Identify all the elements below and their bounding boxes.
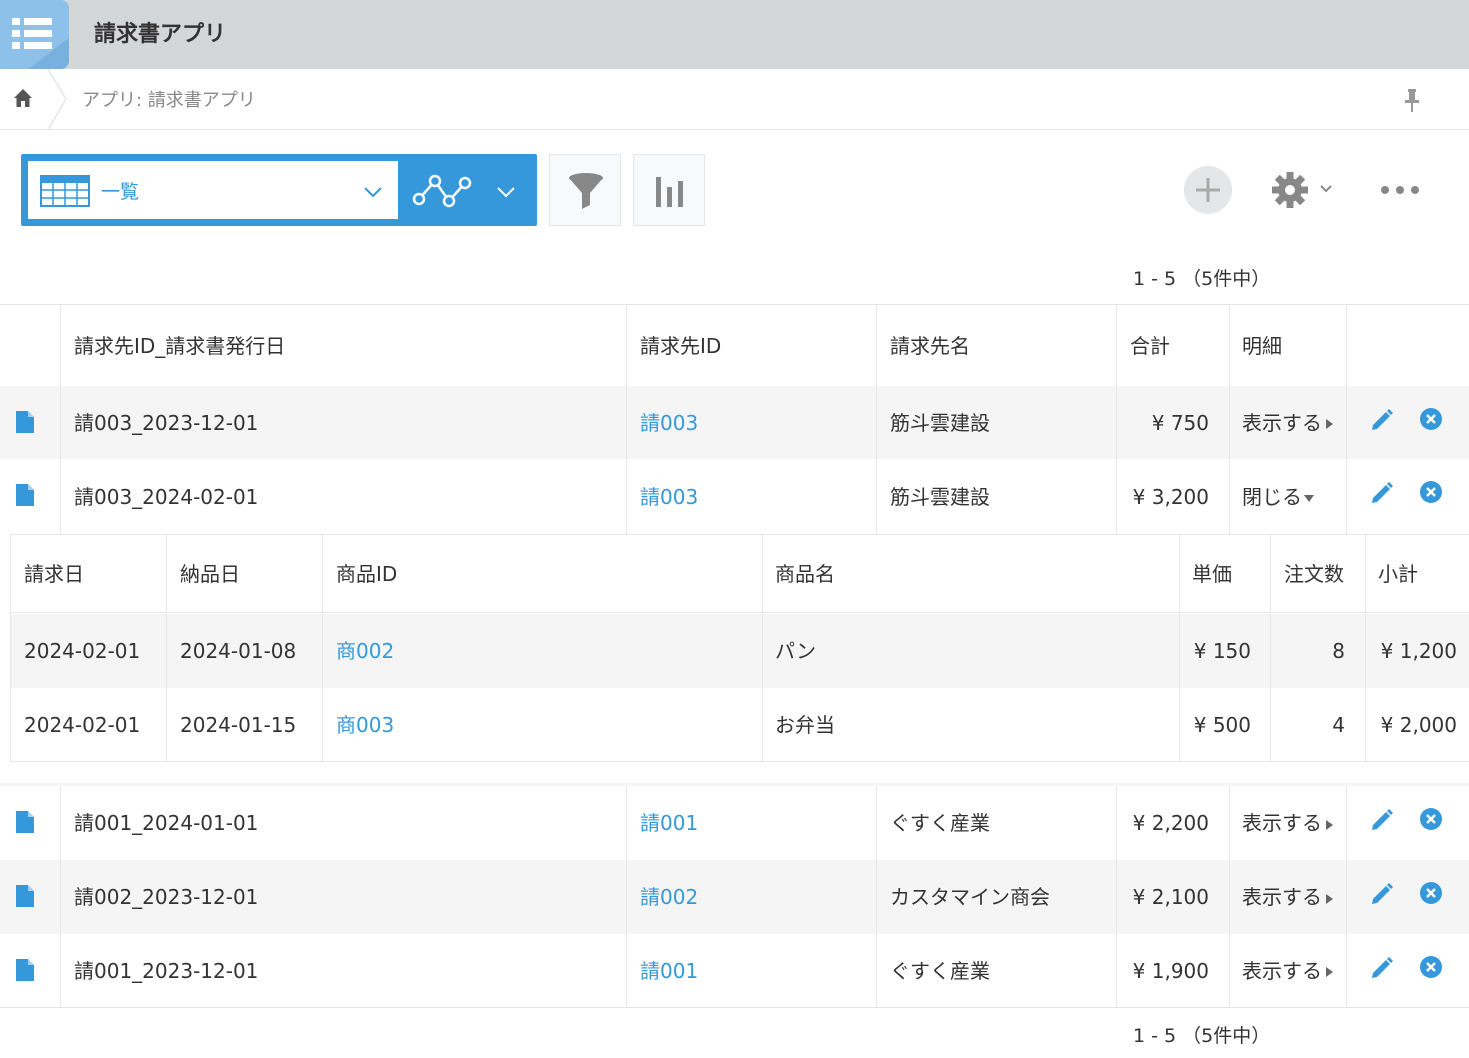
detail-row: 2024-02-01 2024-01-08 商002 パン ¥ 150 8 ¥ …: [11, 614, 1469, 688]
settings-button[interactable]: [1268, 168, 1338, 212]
table-row: 請003_2024-02-01 請003 筋斗雲建設 ¥ 3,200 閉じる: [0, 459, 1469, 534]
total-amount: ¥ 750: [1151, 410, 1209, 435]
chevron-down-icon: [497, 187, 515, 198]
table-row: 請003_2023-12-01 請003 筋斗雲建設 ¥ 750 表示する: [0, 386, 1469, 459]
subtotal: ¥ 2,000: [1380, 713, 1457, 737]
table-row: 請002_2023-12-01 請002 カスタマイン商会 ¥ 2,100 表示…: [0, 860, 1469, 934]
home-icon[interactable]: [12, 87, 34, 109]
detail-header: 請求日 納品日 商品ID 商品名 単価 注文数 小計: [11, 535, 1469, 613]
bar-chart-icon: [656, 177, 683, 207]
delete-icon[interactable]: [1419, 881, 1443, 905]
graph-icon: [412, 174, 472, 208]
graph-select-button[interactable]: [405, 161, 533, 219]
gear-icon: [1272, 172, 1332, 208]
view-name: 一覧: [101, 181, 140, 203]
pin-icon[interactable]: [1401, 87, 1423, 113]
triangle-right-icon: [1326, 967, 1333, 977]
table-row: 請001_2024-01-01 請001 ぐすく産業 ¥ 2,200 表示する: [0, 786, 1469, 860]
delete-icon[interactable]: [1419, 407, 1443, 431]
document-icon[interactable]: [16, 484, 34, 506]
pencil-icon[interactable]: [1370, 807, 1395, 832]
pencil-icon[interactable]: [1370, 881, 1395, 906]
filter-button[interactable]: [549, 154, 621, 226]
triangle-right-icon: [1326, 419, 1333, 429]
pagination-top: 1 - 5 （5件中）: [1133, 268, 1271, 290]
app-list-icon[interactable]: [0, 0, 69, 69]
pagination-bottom: 1 - 5 （5件中）: [1133, 1025, 1271, 1047]
table-icon: [40, 175, 90, 207]
breadcrumb-separator: [47, 69, 67, 130]
document-icon[interactable]: [16, 885, 34, 907]
pencil-icon[interactable]: [1370, 480, 1395, 505]
document-icon[interactable]: [16, 811, 34, 833]
funnel-icon: [569, 173, 603, 209]
triangle-right-icon: [1326, 893, 1333, 904]
triangle-down-icon: [1304, 494, 1314, 502]
plus-icon: [1196, 178, 1220, 202]
more-options-button[interactable]: [1378, 176, 1422, 204]
quantity: 4: [1332, 713, 1345, 737]
total-amount: ¥ 3,200: [1132, 484, 1209, 509]
breadcrumb: アプリ: 請求書アプリ: [0, 69, 1469, 130]
table-header: 請求先ID_請求書発行日 請求先ID 請求先名 合計 明細: [0, 304, 1469, 386]
quantity: 8: [1332, 639, 1345, 663]
app-title: 請求書アプリ: [94, 22, 227, 47]
document-icon[interactable]: [16, 959, 34, 981]
table-row: 請001_2023-12-01 請001 ぐすく産業 ¥ 1,900 表示する: [0, 934, 1469, 1008]
ellipsis-icon: [1381, 186, 1419, 194]
unit-price: ¥ 150: [1193, 639, 1251, 663]
app-header: 請求書アプリ: [0, 0, 1469, 69]
view-selector-group: 一覧: [21, 154, 537, 226]
total-amount: ¥ 2,100: [1132, 885, 1209, 909]
pencil-icon[interactable]: [1370, 407, 1395, 432]
view-select[interactable]: 一覧: [28, 161, 398, 219]
add-record-button[interactable]: [1184, 166, 1232, 214]
detail-row: 2024-02-01 2024-01-15 商003 お弁当 ¥ 500 4 ¥…: [11, 688, 1469, 762]
subtotal: ¥ 1,200: [1380, 639, 1457, 663]
delete-icon[interactable]: [1419, 480, 1443, 504]
chart-button[interactable]: [633, 154, 705, 226]
unit-price: ¥ 500: [1193, 713, 1251, 737]
total-amount: ¥ 1,900: [1132, 958, 1209, 983]
pencil-icon[interactable]: [1370, 955, 1395, 980]
delete-icon[interactable]: [1419, 955, 1443, 979]
chevron-down-icon: [364, 187, 382, 198]
document-icon[interactable]: [16, 411, 34, 433]
triangle-right-icon: [1326, 819, 1333, 830]
detail-subtable: 請求日 納品日 商品ID 商品名 単価 注文数 小計 2024-02-01 20…: [10, 534, 1469, 762]
breadcrumb-app-link[interactable]: アプリ: 請求書アプリ: [82, 86, 256, 112]
delete-icon[interactable]: [1419, 807, 1443, 831]
total-amount: ¥ 2,200: [1132, 811, 1209, 835]
detail-spacer: [0, 762, 1469, 786]
